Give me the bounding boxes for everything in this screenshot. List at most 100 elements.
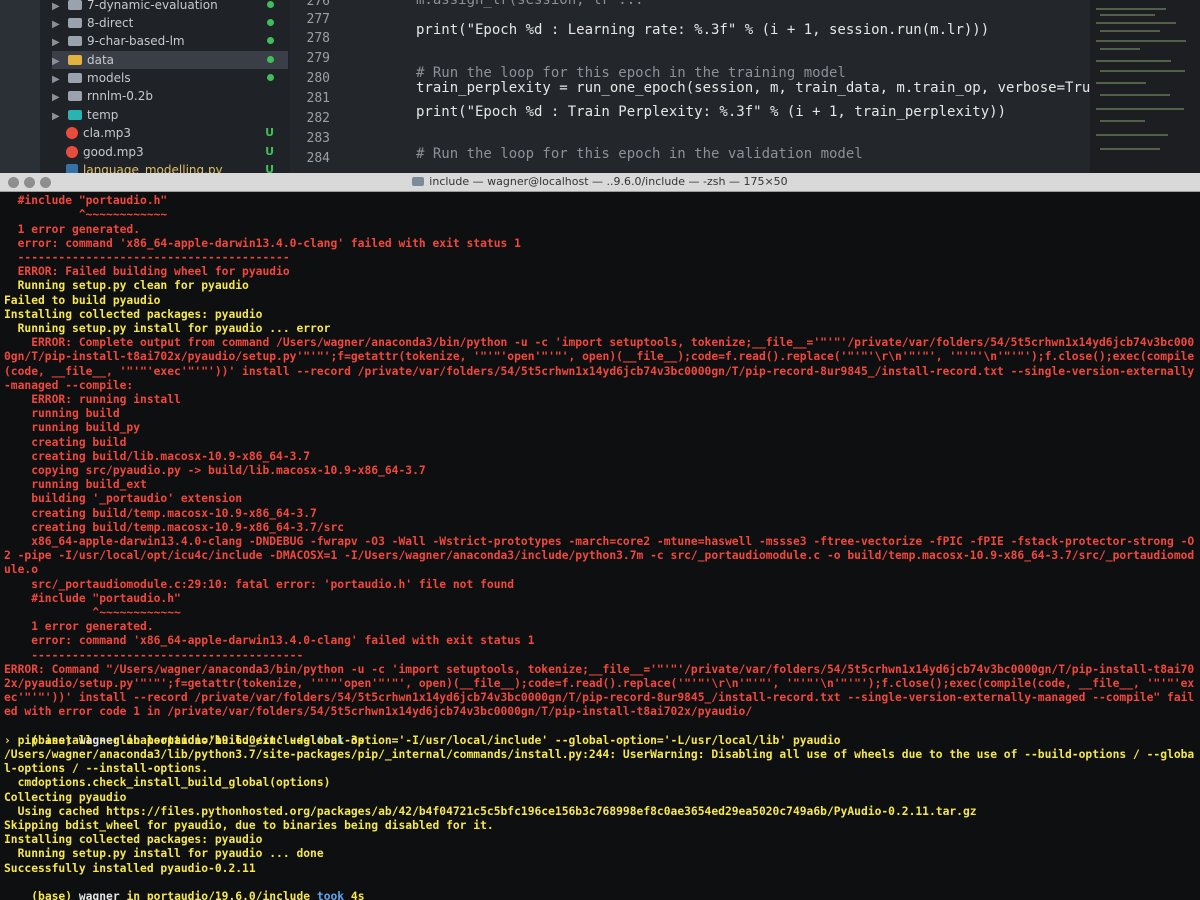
tree-folder-models[interactable]: ▶ models (52, 69, 288, 87)
tree-label: 9-char-based-lm (87, 34, 185, 48)
line-number: 277 (306, 12, 330, 27)
folder-icon (68, 18, 82, 28)
terminal-line: creating build/lib.macosx-10.9-x86_64-3.… (4, 450, 311, 463)
folder-icon (68, 0, 82, 10)
folder-icon (68, 110, 82, 120)
terminal-line: #include "portaudio.h" (4, 592, 181, 605)
status-dot (267, 19, 274, 26)
untracked-badge: U (265, 163, 274, 173)
tree-file-language-modelling[interactable]: language_modelling.py U (52, 161, 288, 173)
status-dot (267, 37, 274, 44)
terminal-command: › pip install --global-option='build_ext… (4, 734, 841, 747)
audio-file-icon (66, 146, 78, 158)
line-number: 283 (306, 131, 330, 146)
code-area[interactable]: m.assign_lr(session, lr ... print("Epoch… (400, 0, 1107, 173)
terminal-line: Using cached https://files.pythonhosted.… (4, 805, 977, 818)
status-dot (267, 56, 274, 63)
terminal-title: include — wagner@localhost — ..9.6.0/inc… (0, 173, 1200, 191)
tree-label: data (87, 53, 115, 67)
terminal-line: cmdoptions.check_install_build_global(op… (4, 776, 331, 789)
terminal-line: src/_portaudiomodule.c:29:10: fatal erro… (4, 578, 515, 591)
python-file-icon (66, 164, 78, 173)
terminal-line: building '_portaudio' extension (4, 492, 243, 505)
untracked-badge: U (265, 145, 274, 158)
terminal-line: Running setup.py install for pyaudio ...… (4, 322, 331, 335)
code-editor-window: ▶ 7-dynamic-evaluation ▶ 8-direct ▶ 9-char-… (0, 0, 1200, 173)
tree-folder-9-char-based-lm[interactable]: ▶ 9-char-based-lm (52, 32, 288, 50)
line-number: 281 (306, 91, 330, 106)
terminal-line: creating build/temp.macosx-10.9-x86_64-3… (4, 521, 345, 534)
folder-icon (68, 73, 82, 83)
tree-label: 7-dynamic-evaluation (87, 0, 218, 12)
line-number: 284 (306, 151, 330, 166)
tree-folder-8-direct[interactable]: ▶ 8-direct (52, 14, 288, 32)
tree-label: 8-direct (87, 16, 134, 30)
file-explorer: ▶ 7-dynamic-evaluation ▶ 8-direct ▶ 9-char-… (0, 0, 291, 173)
line-number: 280 (306, 71, 330, 86)
tree-folder-rnnlm[interactable]: ▶ rnnlm-0.2b (52, 87, 288, 105)
terminal-line: running build_ext (4, 478, 147, 491)
terminal-output[interactable]: #include "portaudio.h" ^~~~~~~~~~~~~ 1 e… (0, 192, 1200, 900)
activity-bar (0, 0, 40, 173)
status-dot (267, 74, 274, 81)
tree-label: rnnlm-0.2b (87, 89, 153, 103)
terminal-titlebar[interactable]: include — wagner@localhost — ..9.6.0/inc… (0, 173, 1200, 192)
terminal-line: Collecting pyaudio (4, 791, 127, 804)
terminal-line: ^~~~~~~~~~~~~ (4, 606, 181, 619)
tree-file-cla-mp3[interactable]: cla.mp3 U (52, 124, 288, 142)
terminal-line: Installing collected packages: pyaudio (4, 308, 263, 321)
terminal-line: 2x/pyaudio/setup.py'"'"';f=getattr(token… (4, 677, 1195, 690)
terminal-line: (code, __file__, '"'"'exec'"'"'))' insta… (4, 365, 1195, 378)
terminal-line: 0gn/T/pip-install-t8ai702x/pyaudio/setup… (4, 350, 1195, 363)
terminal-line: creating build (4, 436, 127, 449)
terminal-line: creating build/temp.macosx-10.9-x86_64-3… (4, 507, 317, 520)
tree-label: temp (87, 108, 119, 122)
terminal-line: copying src/pyaudio.py -> build/lib.maco… (4, 464, 426, 477)
line-number: 278 (306, 31, 330, 46)
tree-label: models (87, 71, 131, 85)
shell-prompt: (base) wagner in portaudio/19.6.0/includ… (31, 890, 365, 900)
line-number: 279 (306, 51, 330, 66)
folder-icon (68, 91, 82, 101)
terminal-line: ^~~~~~~~~~~~~ (4, 208, 168, 221)
code-line: # Run the loop for this epoch in the tra… (416, 65, 846, 81)
terminal-line: error: command 'x86_64-apple-darwin13.4.… (4, 634, 535, 647)
terminal-line: ERROR: Command "/Users/wagner/anaconda3/… (4, 663, 1195, 676)
folder-icon (412, 177, 425, 186)
tree-file-good-mp3[interactable]: good.mp3 U (52, 143, 288, 161)
terminal-line: #include "portaudio.h" (4, 194, 168, 207)
terminal-line: ule.o (4, 563, 39, 576)
terminal-line: ---------------------------------------- (4, 649, 304, 662)
terminal-line: l-options / --install-options. (4, 762, 209, 775)
tree-folder-7-dynamic-evaluation[interactable]: ▶ 7-dynamic-evaluation (52, 0, 288, 14)
tree-label: good.mp3 (83, 145, 144, 159)
untracked-badge: U (265, 126, 274, 139)
terminal-line: /Users/wagner/anaconda3/lib/python3.7/si… (4, 748, 1195, 761)
terminal-line: -managed --compile: (4, 379, 134, 392)
line-number: 282 (306, 111, 330, 126)
folder-icon (68, 36, 82, 46)
terminal-line: Installing collected packages: pyaudio (4, 833, 263, 846)
status-dot (267, 1, 274, 8)
terminal-line: running build_py (4, 421, 141, 434)
folder-icon (68, 55, 82, 65)
terminal-line: 1 error generated. (4, 620, 154, 633)
tree-label: cla.mp3 (83, 126, 132, 140)
code-line: m.assign_lr(session, lr ... (416, 0, 644, 8)
minimap[interactable] (1090, 0, 1200, 173)
terminal-line: error: command 'x86_64-apple-darwin13.4.… (4, 237, 521, 250)
terminal-line: Failed to build pyaudio (4, 294, 161, 307)
terminal-line: Running setup.py clean for pyaudio (4, 279, 249, 292)
chevron-right-icon: ▶ (52, 92, 60, 103)
tree-folder-temp[interactable]: ▶ temp (52, 106, 288, 124)
terminal-line: 1 error generated. (4, 223, 141, 236)
tree-label: language_modelling.py (83, 163, 223, 173)
audio-file-icon (66, 127, 78, 139)
command-input-line[interactable] (4, 889, 41, 900)
terminal-line: x86_64-apple-darwin13.4.0-clang -DNDEBUG… (4, 535, 1195, 548)
terminal-line: Skipping bdist_wheel for pyaudio, due to… (4, 819, 494, 832)
line-number: 276 (306, 0, 330, 9)
terminal-line: 2 -pipe -I/usr/local/opt/icu4c/include -… (4, 549, 1195, 562)
tree-folder-data[interactable]: ▶ data (52, 51, 288, 69)
terminal-line: running build (4, 407, 120, 420)
